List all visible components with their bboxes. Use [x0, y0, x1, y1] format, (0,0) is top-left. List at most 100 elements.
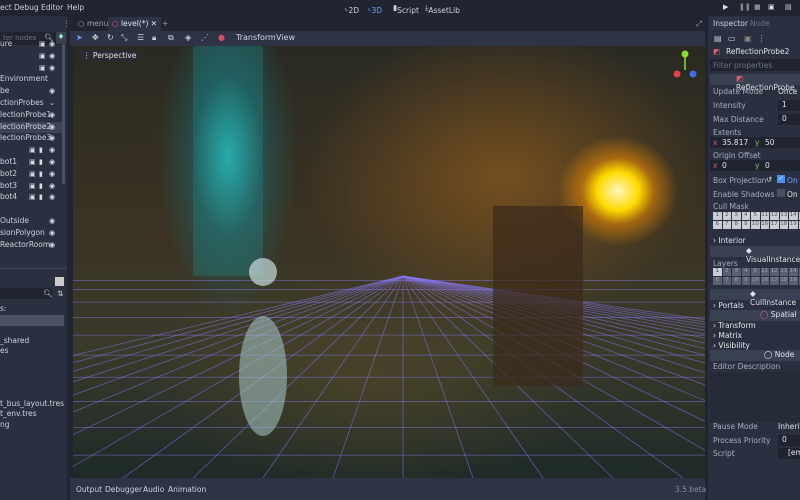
script-icon[interactable]: ▮	[39, 182, 43, 190]
select-tool-icon[interactable]: ➤	[76, 33, 83, 42]
layer-bit[interactable]: 4	[741, 268, 750, 276]
scale-tool-icon[interactable]: ⤡	[121, 33, 127, 43]
pause-icon[interactable]: ❚❚	[739, 3, 751, 11]
layer-bit[interactable]: 13	[779, 268, 788, 276]
stop-icon[interactable]: ■	[754, 3, 761, 11]
transform-section[interactable]: › Transform	[713, 321, 756, 330]
open-folder-icon[interactable]: ▭	[728, 34, 736, 43]
file-item[interactable]: ng	[0, 420, 62, 432]
layer-bit[interactable]: 6	[713, 221, 722, 229]
eye-icon[interactable]: ◉	[49, 64, 55, 72]
cull-mask-grid[interactable]: 1234511121314156789101617181920	[713, 212, 800, 229]
origin-offset-field[interactable]: x 0 y 0	[710, 160, 800, 171]
layer-bit[interactable]: 8	[732, 277, 741, 285]
scene-tree-item[interactable]: ◉ ▮ ▣	[0, 145, 62, 157]
layer-bit[interactable]: 8	[732, 221, 741, 229]
eye-icon[interactable]: ◉	[49, 123, 55, 131]
workspace-script[interactable]: ▮ Script	[393, 3, 419, 15]
menu-help[interactable]: Help	[67, 3, 84, 12]
play-custom-icon[interactable]: ▤	[785, 3, 792, 11]
menu-project[interactable]: ect	[0, 3, 12, 12]
workspace-2d[interactable]: ⌞ 2D	[345, 3, 359, 15]
revert-icon[interactable]: ↺	[766, 175, 772, 184]
enable-shadows-checkbox[interactable]	[777, 189, 785, 197]
layer-bit[interactable]: 5	[751, 268, 760, 276]
scene-tree-item[interactable]: lectionProbe1 ◉	[0, 110, 62, 122]
update-mode-select[interactable]: Once	[778, 87, 797, 96]
close-icon[interactable]: ✕	[151, 19, 157, 28]
layer-bit[interactable]: 14	[789, 268, 798, 276]
layer-bit[interactable]: 9	[741, 221, 750, 229]
scene-tree-item[interactable]: ctionProbes ⌄	[0, 98, 62, 110]
clapper-icon[interactable]: ▣	[29, 146, 36, 154]
layer-bit[interactable]: 2	[722, 268, 731, 276]
clapper-icon[interactable]: ▣	[39, 52, 46, 60]
layer-bit[interactable]: 3	[732, 268, 741, 276]
layer-bit[interactable]: 9	[741, 277, 750, 285]
move-tool-icon[interactable]: ✥	[92, 33, 99, 42]
layer-bit[interactable]: 13	[779, 212, 788, 220]
eye-icon[interactable]: ◉	[49, 193, 55, 201]
clapper-icon[interactable]: ▣	[29, 170, 36, 178]
eye-icon[interactable]: ◉	[49, 182, 55, 190]
eye-icon[interactable]: ◉	[49, 241, 55, 249]
menu-editor[interactable]: Editor	[41, 3, 63, 12]
box-projection-checkbox[interactable]: ✓	[777, 175, 785, 183]
layer-bit[interactable]: 14	[789, 212, 798, 220]
transform-menu[interactable]: Transform	[236, 33, 276, 42]
origin-y[interactable]: 0	[765, 161, 770, 170]
eye-icon[interactable]: ◉	[49, 40, 55, 48]
scene-tree-item[interactable]: be ◉	[0, 86, 62, 98]
max-distance-input[interactable]: 0	[778, 114, 800, 125]
tab-output[interactable]: Output	[76, 485, 102, 494]
list-select-icon[interactable]: ☰	[137, 33, 144, 42]
eye-icon[interactable]: ◉	[49, 146, 55, 154]
matrix-section[interactable]: › Matrix	[713, 331, 742, 340]
tab-level[interactable]: ○ level(*) ✕	[108, 17, 162, 31]
workspace-3d[interactable]: ⌞ 3D	[368, 3, 382, 15]
layer-bit[interactable]: 16	[760, 277, 769, 285]
layer-bit[interactable]: 5	[751, 212, 760, 220]
snap-icon[interactable]: ⋰	[201, 33, 209, 42]
layer-bit[interactable]: 1	[713, 268, 722, 276]
scene-tree-item[interactable]: ure ◉ ▣	[0, 39, 62, 51]
layers-grid[interactable]: 1234511121314156789101617181920	[713, 268, 800, 285]
scene-tree-item[interactable]: lectionProbe3 ◉	[0, 133, 62, 145]
portals-section[interactable]: › Portals	[713, 301, 744, 310]
play-icon[interactable]: ▶	[723, 3, 728, 11]
menu-debug[interactable]: Debug	[14, 3, 39, 12]
layer-bit[interactable]: 2	[722, 212, 731, 220]
eye-icon[interactable]: ◉	[49, 87, 55, 95]
workspace-assetlib[interactable]: ⤓ AssetLib	[425, 3, 460, 15]
save-icon[interactable]: ▣	[744, 34, 752, 43]
layer-bit[interactable]: 16	[760, 221, 769, 229]
scene-tree-item[interactable]	[0, 204, 62, 216]
tab-audio[interactable]: Audio	[143, 485, 164, 494]
3d-viewport[interactable]: ⋮ Perspective	[73, 46, 705, 478]
clapper-icon[interactable]: ▣	[39, 64, 46, 72]
scene-tree-item[interactable]: Environment	[0, 74, 62, 86]
layer-bit[interactable]: 12	[770, 212, 779, 220]
tab-inspector[interactable]: Inspector	[710, 17, 748, 30]
eye-icon[interactable]: ◉	[49, 217, 55, 225]
scene-tree-item[interactable]: Outside ◉	[0, 216, 62, 228]
layer-bit[interactable]: 12	[770, 268, 779, 276]
tab-debugger[interactable]: Debugger	[105, 485, 142, 494]
split-view-icon[interactable]	[55, 277, 64, 286]
layer-bit[interactable]: 7	[722, 277, 731, 285]
clapper-icon[interactable]: ▣	[29, 158, 36, 166]
scene-tree-scrollbar[interactable]	[62, 44, 65, 184]
layer-bit[interactable]: 3	[732, 212, 741, 220]
editor-description-input[interactable]	[710, 372, 800, 422]
scene-tree-item[interactable]: bot1 ◉ ▮ ▣	[0, 157, 62, 169]
script-input[interactable]: [em	[778, 448, 800, 459]
script-icon[interactable]: ▮	[39, 170, 43, 178]
filter-properties-input[interactable]: Filter properties	[710, 59, 800, 71]
group-icon[interactable]: ⧉	[168, 33, 174, 43]
layer-bit[interactable]: 18	[779, 221, 788, 229]
lock-icon[interactable]: 🔒︎	[152, 33, 156, 43]
intensity-input[interactable]: 1	[778, 100, 800, 111]
play-scene-icon[interactable]: ▣	[768, 3, 775, 11]
eye-icon[interactable]: ◉	[49, 134, 55, 142]
layer-bit[interactable]: 17	[770, 221, 779, 229]
